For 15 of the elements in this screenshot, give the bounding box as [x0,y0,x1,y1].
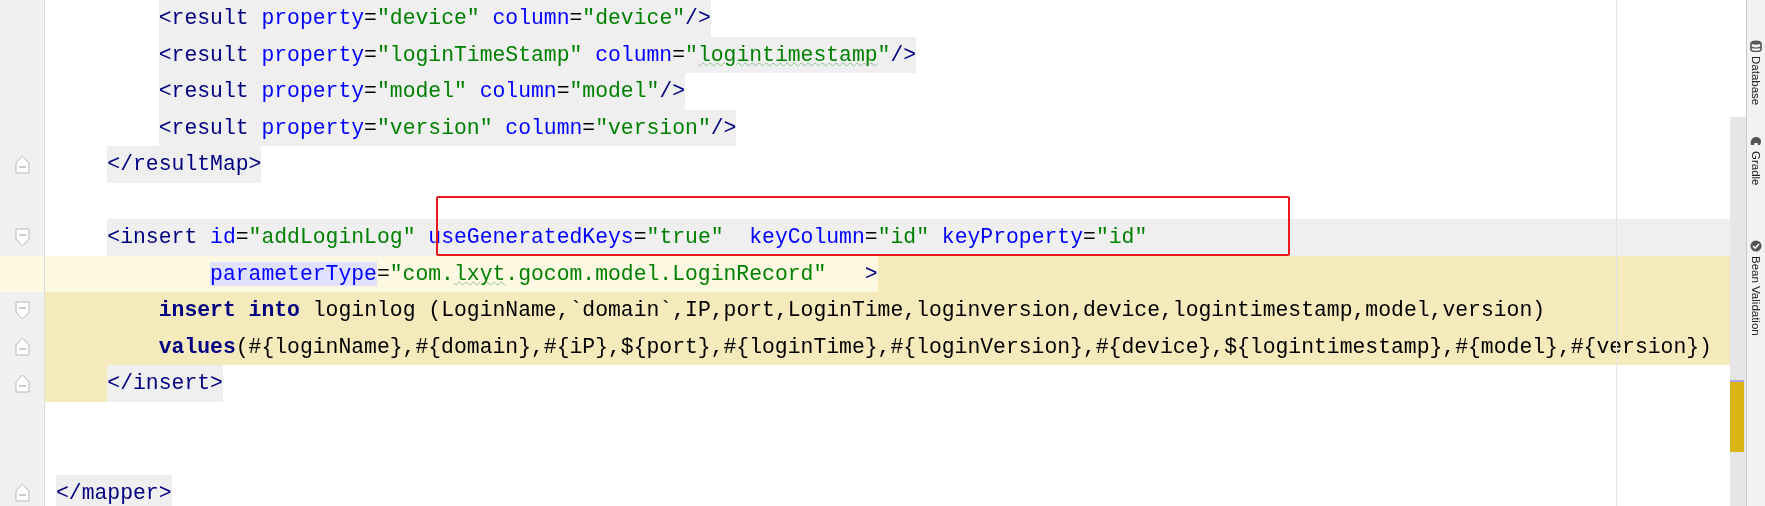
scrollbar[interactable] [1730,117,1746,506]
fold-marker-icon[interactable] [14,154,30,174]
fold-marker-icon[interactable] [14,227,30,247]
tool-window-button[interactable]: Gradle [1750,135,1762,186]
tool-window-button[interactable]: Bean Validation [1750,239,1762,336]
database-icon [1750,40,1762,52]
fold-marker-icon[interactable] [14,483,30,503]
change-marker [1730,380,1744,452]
fold-marker-icon[interactable] [14,373,30,393]
fold-marker-icon[interactable] [14,337,30,357]
line-highlight [0,255,44,292]
fold-marker-icon[interactable] [14,300,30,320]
check-badge-icon [1750,239,1762,252]
line-highlight [45,365,108,402]
tool-window-button[interactable]: Database [1750,40,1762,106]
